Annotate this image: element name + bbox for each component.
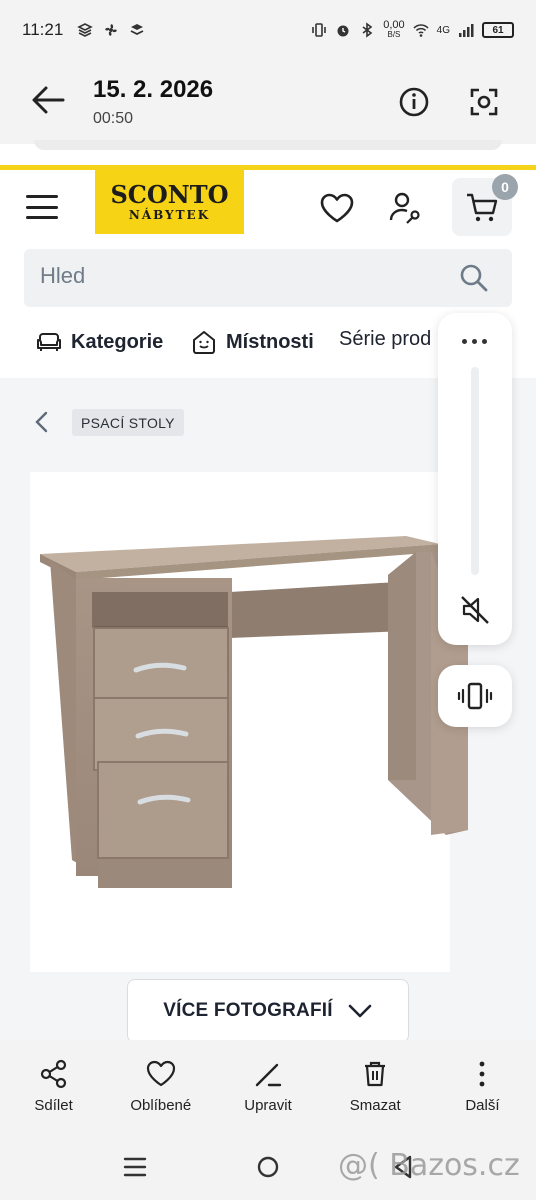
more-photos-label: VÍCE FOTOGRAFIÍ: [163, 1000, 333, 1021]
favorite-button[interactable]: Oblíbené: [107, 1040, 214, 1132]
bluetooth-icon: [362, 22, 373, 38]
network-speed: 0,00 B/S: [383, 20, 404, 40]
logo-sub-text: NÁBYTEK: [128, 208, 211, 222]
vibrate-mode-button[interactable]: [438, 665, 512, 727]
battery-level: 61: [492, 24, 504, 36]
scan-icon: [470, 88, 498, 116]
vibrate-icon: [312, 23, 327, 37]
network-type: 4G: [436, 24, 450, 36]
sconto-logo[interactable]: SCONTO NÁBYTEK: [95, 170, 244, 234]
more-photos-button[interactable]: VÍCE FOTOGRAFIÍ: [127, 979, 409, 1043]
bazos-watermark: @( Bazos.cz: [338, 1148, 520, 1183]
nav-kategorie[interactable]: Kategorie: [35, 328, 163, 356]
lens-button[interactable]: [464, 82, 504, 122]
search-bar[interactable]: Hled: [24, 249, 512, 307]
screenshot-edge: [34, 140, 502, 150]
nav-mistnosti[interactable]: Místnosti: [190, 328, 314, 356]
share-label: Sdílet: [34, 1096, 73, 1114]
alarm-icon: [337, 25, 349, 37]
vibrate-icon: [457, 682, 493, 710]
edit-icon: [255, 1063, 282, 1086]
nav-mistnosti-label: Místnosti: [226, 330, 314, 353]
chevron-down-icon: [348, 1004, 372, 1018]
sofa-icon: [37, 333, 61, 351]
back-button[interactable]: [28, 80, 68, 120]
home-icon[interactable]: [253, 1152, 283, 1182]
volume-panel: [438, 313, 512, 645]
share-icon: [40, 1059, 66, 1088]
more-vertical-icon: [480, 1061, 485, 1086]
photo-time: 00:50: [93, 110, 134, 127]
photo-viewer-header: 15. 2. 2026 00:50: [0, 60, 536, 144]
heart-icon: [320, 193, 354, 223]
heart-icon: [146, 1060, 175, 1086]
layers-icon: [130, 24, 144, 36]
user-key-icon: [389, 192, 420, 224]
screen: 11:21 0,00 B/S 4G 61 15. 2. 2026 00:50 S…: [0, 0, 536, 1200]
wifi-icon: [413, 24, 429, 37]
wishlist-button[interactable]: [317, 188, 357, 228]
site-header: SCONTO NÁBYTEK: [0, 170, 536, 246]
house-icon: [193, 331, 215, 354]
more-label: Další: [465, 1096, 500, 1114]
photo-date: 15. 2. 2026: [93, 76, 214, 103]
recent-apps-icon[interactable]: [120, 1152, 150, 1182]
cart-icon: [467, 193, 498, 222]
network-speed-value: 0,00: [383, 19, 405, 31]
network-speed-unit: B/S: [387, 30, 401, 39]
favorite-label: Oblíbené: [130, 1096, 192, 1114]
edit-button[interactable]: Upravit: [214, 1040, 321, 1132]
logo-main-text: SCONTO: [110, 180, 229, 209]
desk-product-image: [40, 536, 468, 888]
delete-label: Smazat: [349, 1096, 401, 1114]
trash-icon: [365, 1061, 386, 1086]
volume-mute-icon[interactable]: [458, 593, 492, 627]
gallery-toolbar: Sdílet Oblíbené Upravit Smazat Další: [0, 1040, 536, 1132]
battery-icon: 61: [482, 22, 514, 38]
delete-button[interactable]: Smazat: [322, 1040, 429, 1132]
volume-slider[interactable]: [471, 367, 479, 575]
search-input[interactable]: Hled: [40, 263, 85, 289]
info-button[interactable]: [394, 82, 434, 122]
account-button[interactable]: [385, 188, 425, 228]
nav-serie-produktu[interactable]: Série prod: [339, 328, 431, 351]
edit-label: Upravit: [244, 1096, 292, 1114]
search-icon[interactable]: [458, 262, 490, 294]
more-horizontal-icon[interactable]: [462, 339, 487, 344]
chevron-left-icon[interactable]: [32, 410, 52, 434]
status-time: 11:21: [22, 20, 64, 39]
arrow-left-icon: [32, 86, 65, 114]
app-icon: [77, 23, 94, 37]
signal-icon: [459, 24, 474, 37]
share-button[interactable]: Sdílet: [0, 1040, 107, 1132]
more-button[interactable]: Další: [429, 1040, 536, 1132]
hamburger-menu-button[interactable]: [22, 192, 62, 222]
nav-kategorie-label: Kategorie: [71, 330, 164, 353]
status-bar: 11:21 0,00 B/S 4G 61: [0, 0, 536, 60]
nav-serie-label: Série prod: [339, 328, 432, 350]
breadcrumb-category[interactable]: PSACÍ STOLY: [72, 409, 184, 436]
cart-count-badge: 0: [492, 174, 518, 200]
info-icon: [399, 87, 429, 117]
status-notification-icons: [77, 22, 145, 38]
status-system-icons: 0,00 B/S 4G 61: [311, 20, 514, 40]
fan-icon: [105, 24, 118, 36]
